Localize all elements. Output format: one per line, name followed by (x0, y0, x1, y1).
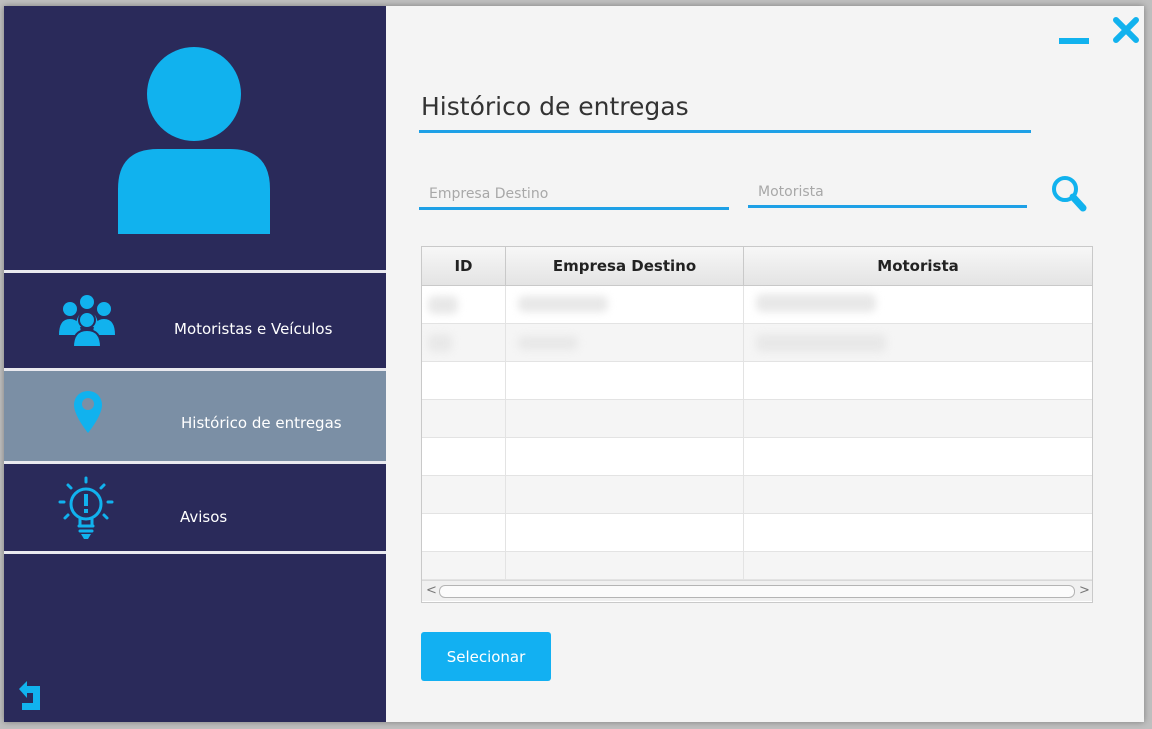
users-group-icon (59, 295, 115, 347)
back-arrow-icon[interactable] (14, 678, 44, 712)
table-row[interactable] (422, 400, 1092, 438)
close-icon[interactable] (1113, 17, 1139, 43)
sidebar-item-label: Motoristas e Veículos (174, 320, 333, 338)
column-header-id[interactable]: ID (422, 247, 506, 285)
map-pin-icon (74, 391, 102, 433)
search-icon[interactable] (1050, 174, 1088, 214)
empresa-destino-field[interactable] (419, 180, 729, 210)
sidebar-item-avisos[interactable]: Avisos (4, 464, 386, 551)
column-header-empresa[interactable]: Empresa Destino (506, 247, 744, 285)
table-row[interactable] (422, 552, 1092, 580)
obscured-cell (518, 336, 578, 350)
table-row[interactable] (422, 438, 1092, 476)
select-button[interactable]: Selecionar (421, 632, 551, 681)
sidebar-item-label: Avisos (180, 508, 228, 526)
obscured-cell (756, 334, 886, 352)
horizontal-scrollbar[interactable]: < > (422, 580, 1092, 601)
scrollbar-thumb[interactable] (439, 585, 1075, 598)
table-row[interactable] (422, 286, 1092, 324)
title-underline (419, 130, 1031, 133)
obscured-cell (518, 296, 608, 312)
table-row[interactable] (422, 324, 1092, 362)
main-content: Histórico de entregas ID Empresa Destino… (386, 6, 1144, 722)
user-avatar-icon (118, 47, 270, 234)
sidebar-item-label: Histórico de entregas (181, 414, 342, 432)
sidebar-item-motoristas[interactable]: Motoristas e Veículos (4, 273, 386, 368)
column-header-motorista[interactable]: Motorista (744, 247, 1092, 285)
sidebar: Motoristas e Veículos Histórico de entre… (4, 6, 386, 722)
page-title: Histórico de entregas (421, 92, 689, 121)
scroll-right-icon[interactable]: > (1079, 583, 1090, 598)
table-row[interactable] (422, 514, 1092, 552)
obscured-cell (428, 296, 458, 314)
motorista-field[interactable] (748, 178, 1027, 208)
table-row[interactable] (422, 362, 1092, 400)
deliveries-table[interactable]: ID Empresa Destino Motorista < > (421, 246, 1093, 603)
lightbulb-icon (58, 476, 114, 539)
obscured-cell (756, 294, 876, 312)
scroll-left-icon[interactable]: < (426, 583, 437, 598)
table-header: ID Empresa Destino Motorista (422, 247, 1092, 286)
app-window: Motoristas e Veículos Histórico de entre… (4, 6, 1144, 722)
obscured-cell (428, 334, 452, 352)
sidebar-item-historico[interactable]: Histórico de entregas (4, 371, 386, 461)
table-row[interactable] (422, 476, 1092, 514)
sidebar-divider (4, 551, 386, 554)
minimize-icon[interactable] (1059, 32, 1089, 46)
